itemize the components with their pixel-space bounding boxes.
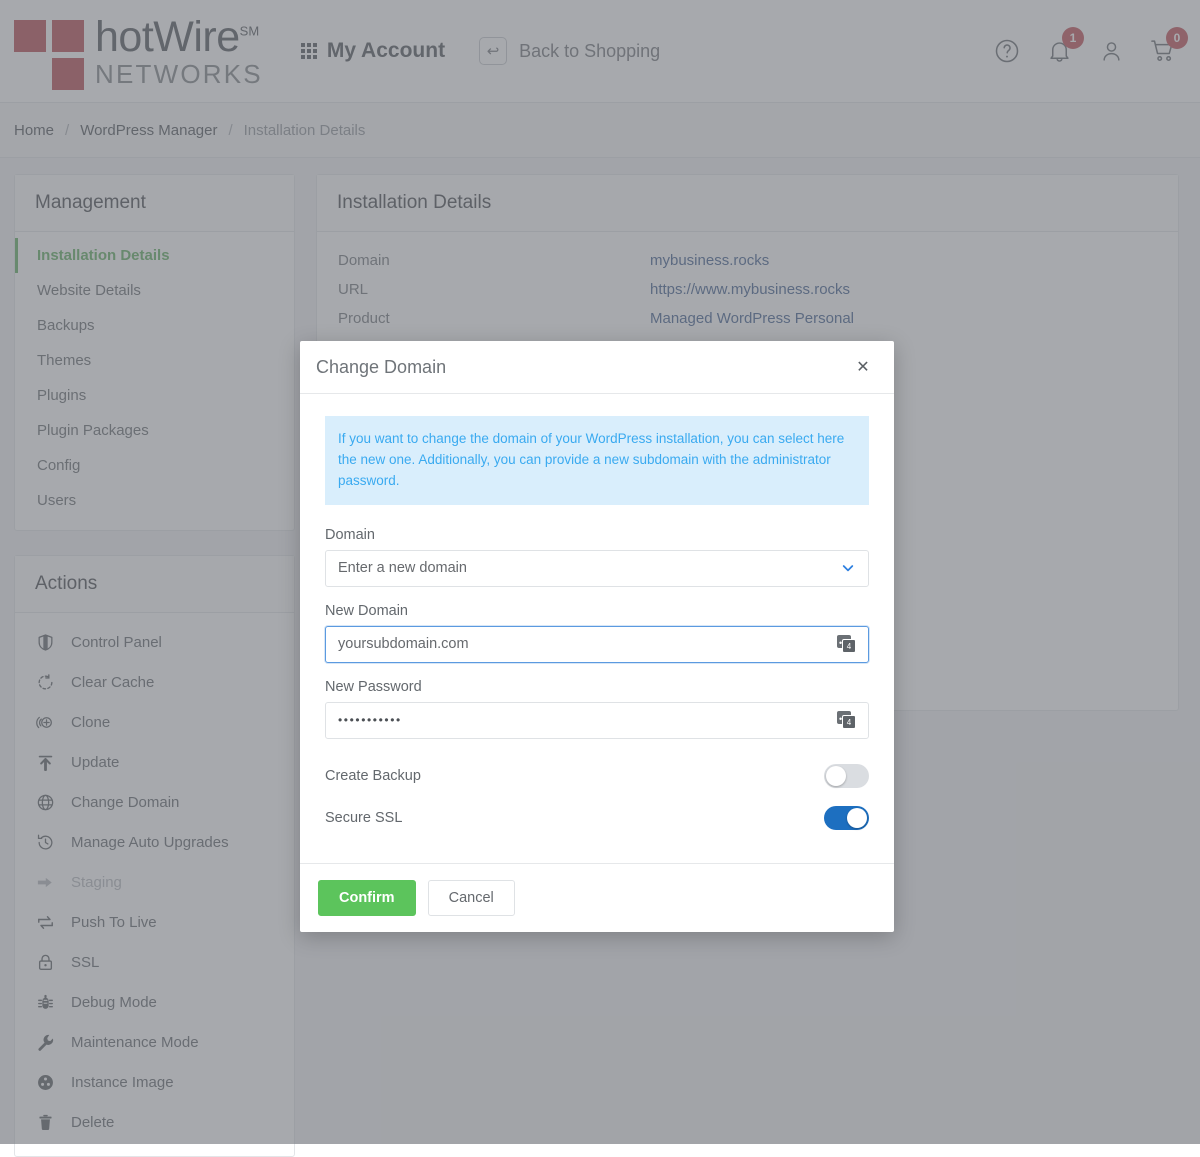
new-password-field-group: New Password ••••••••••• ••• 4 (325, 679, 869, 739)
autofill-icon[interactable]: ••• 4 (837, 711, 856, 729)
secure-ssl-toggle[interactable] (824, 806, 869, 830)
create-backup-toggle[interactable] (824, 764, 869, 788)
new-password-label: New Password (325, 679, 869, 695)
new-password-input[interactable]: ••••••••••• ••• 4 (325, 702, 869, 739)
close-icon[interactable]: ✕ (850, 354, 876, 380)
new-domain-label: New Domain (325, 603, 869, 619)
domain-label: Domain (325, 527, 869, 543)
autofill-icon[interactable]: ••• 4 (837, 635, 856, 653)
secure-ssl-row: Secure SSL (325, 797, 869, 839)
modal-title: Change Domain (316, 357, 446, 378)
domain-select[interactable]: Enter a new domain (325, 550, 869, 587)
modal-header: Change Domain ✕ (300, 341, 894, 394)
secure-ssl-label: Secure SSL (325, 810, 402, 826)
new-domain-value: yoursubdomain.com (338, 636, 469, 652)
domain-field-group: Domain Enter a new domain (325, 527, 869, 587)
create-backup-label: Create Backup (325, 768, 421, 784)
create-backup-row: Create Backup (325, 755, 869, 797)
change-domain-modal: Change Domain ✕ If you want to change th… (300, 341, 894, 932)
cancel-button[interactable]: Cancel (428, 880, 515, 916)
new-password-value: ••••••••••• (338, 713, 402, 727)
confirm-button[interactable]: Confirm (318, 880, 416, 916)
domain-select-value: Enter a new domain (338, 560, 467, 576)
new-domain-field-group: New Domain yoursubdomain.com ••• 4 (325, 603, 869, 663)
new-domain-input[interactable]: yoursubdomain.com ••• 4 (325, 626, 869, 663)
chevron-down-icon[interactable] (840, 560, 856, 576)
modal-footer: Confirm Cancel (300, 863, 894, 932)
info-banner: If you want to change the domain of your… (325, 416, 869, 505)
modal-body: If you want to change the domain of your… (300, 394, 894, 863)
